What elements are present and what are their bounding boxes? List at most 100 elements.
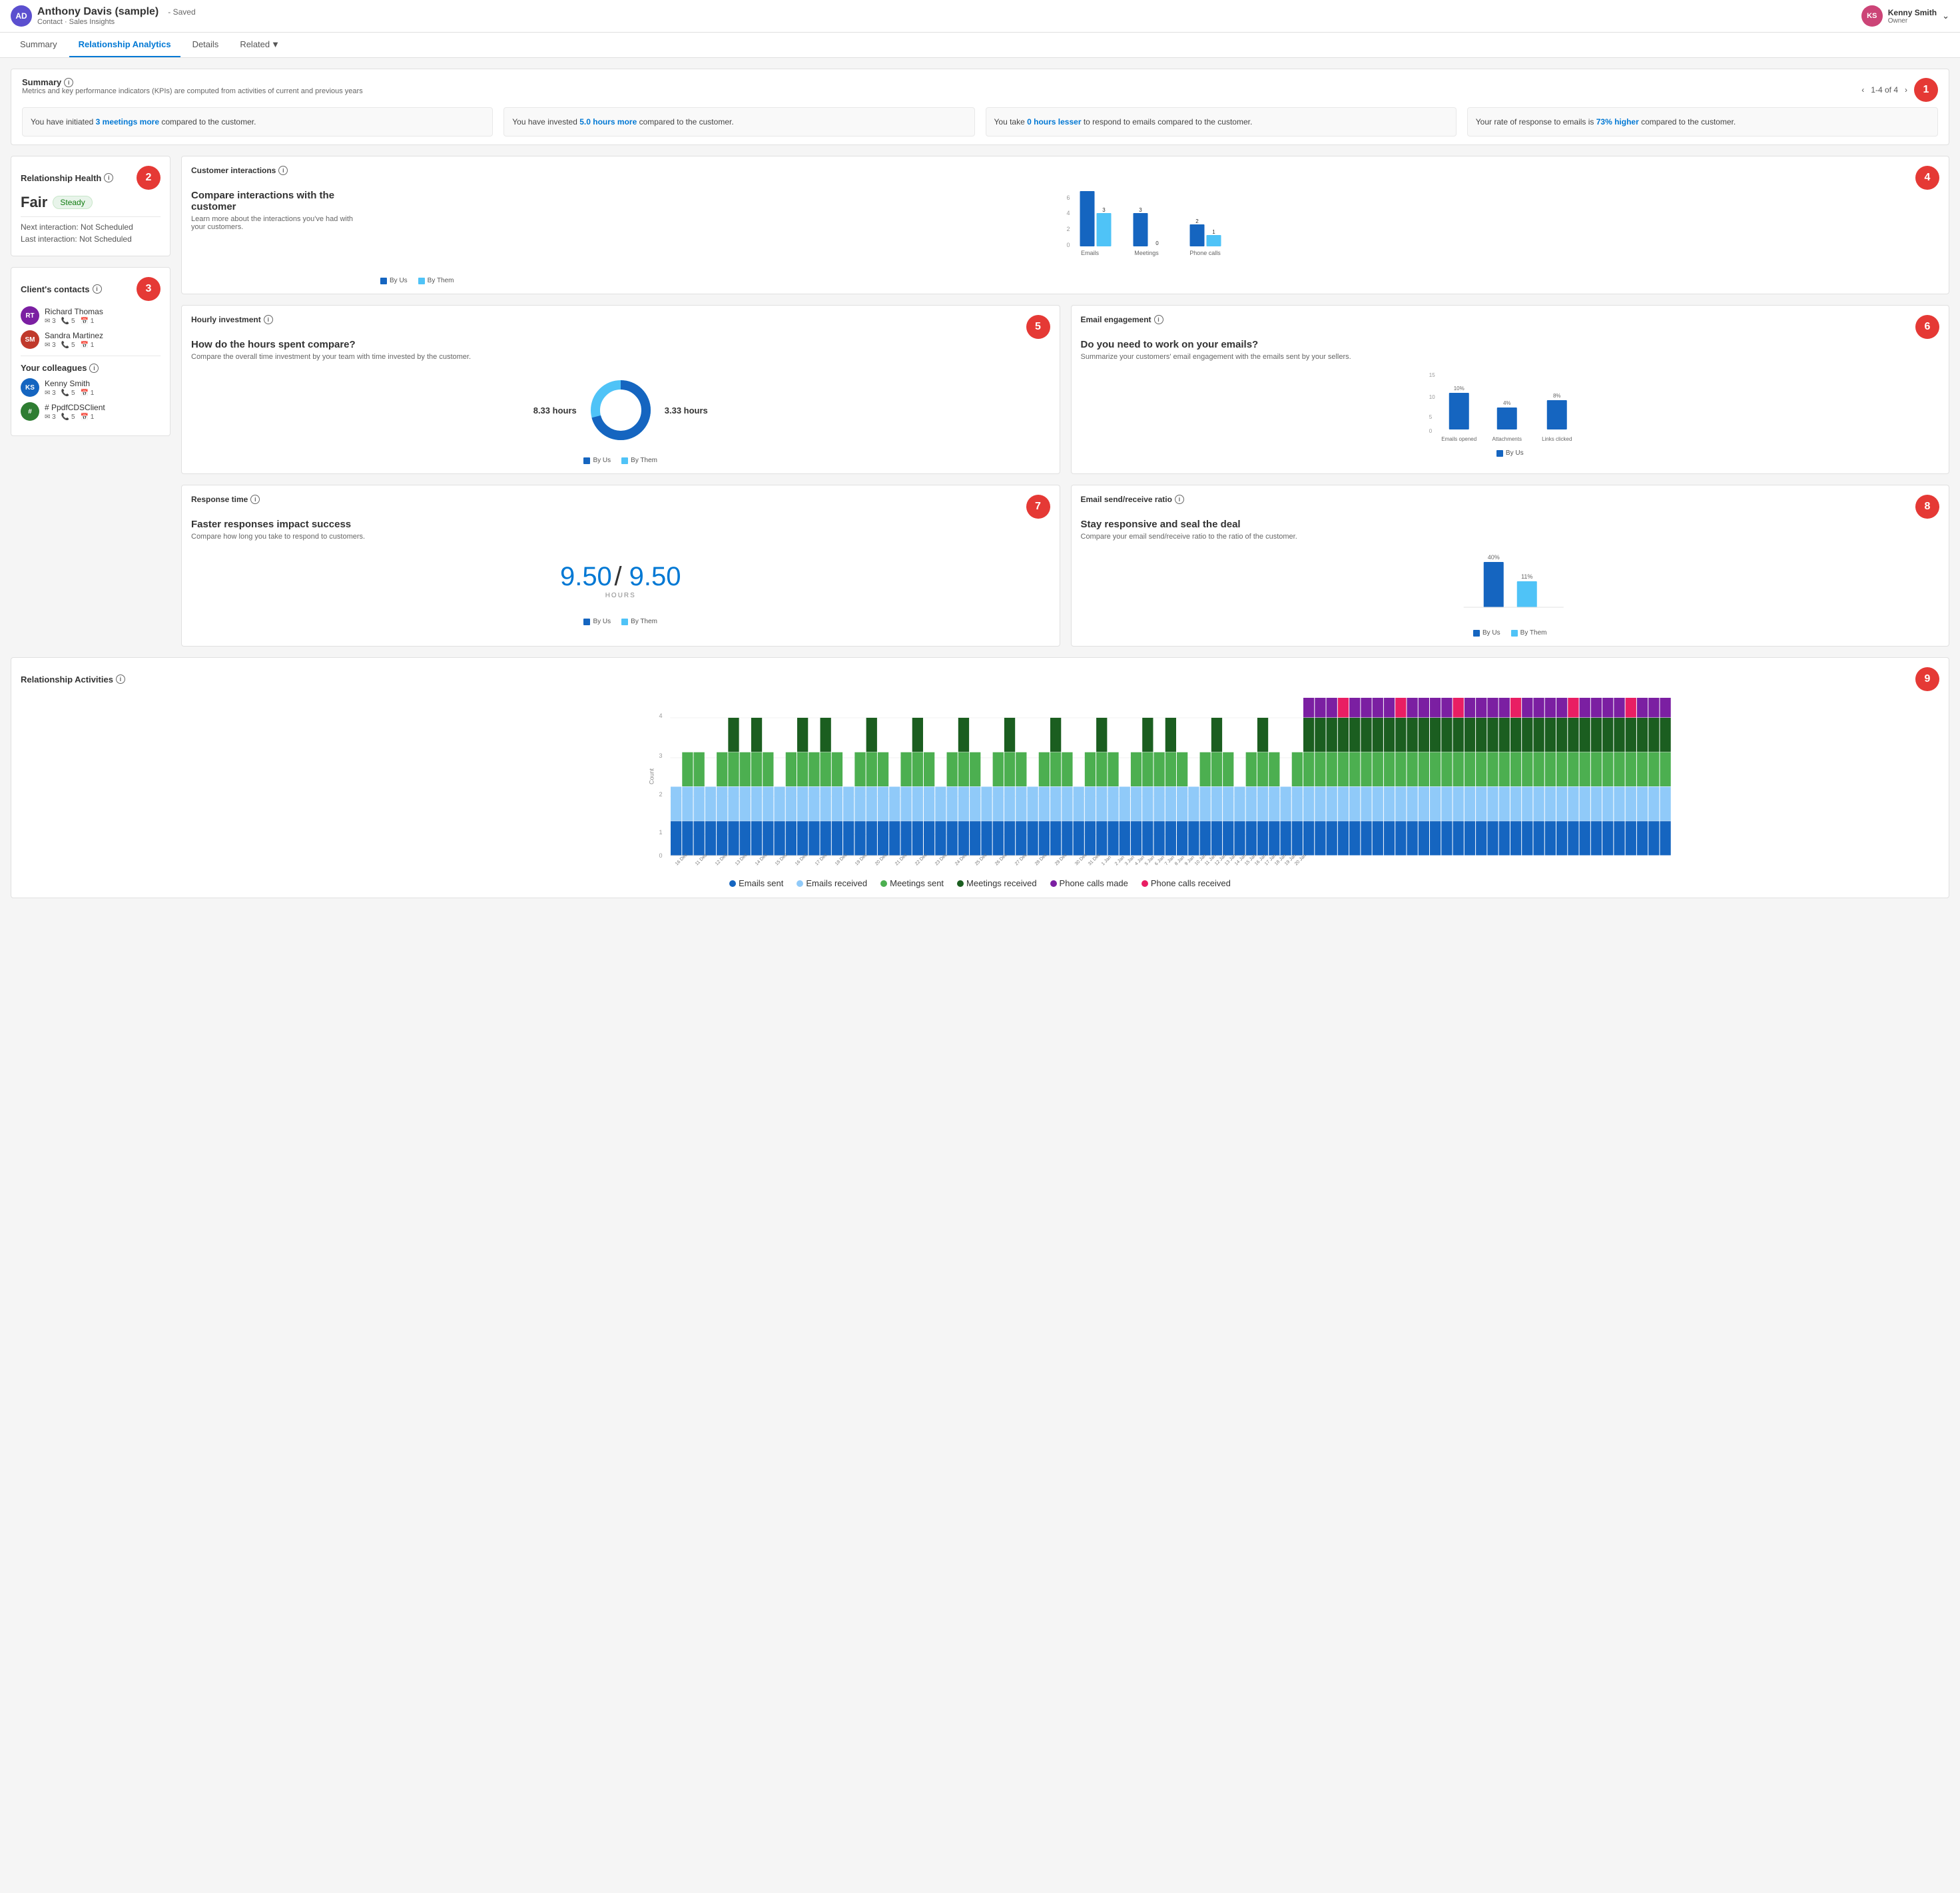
esr-info-icon[interactable]: i xyxy=(1175,495,1184,504)
health-info-icon[interactable]: i xyxy=(104,173,113,182)
next-arrow[interactable]: › xyxy=(1901,84,1911,96)
ci-main-title: Compare interactions with the customer xyxy=(191,190,364,212)
ee-info-icon[interactable]: i xyxy=(1154,315,1163,324)
client-contacts-panel: Client's contacts i 3 RT Richard Thomas … xyxy=(11,267,170,436)
ra-chart-area: 4 3 2 1 0 Count 16 Dec xyxy=(21,698,1939,873)
contact-ppdf: # # PpdfCDSClient ✉ 3📞 5📅 1 xyxy=(21,402,161,421)
pagination-nav: ‹ 1-4 of 4 › 1 xyxy=(1857,78,1938,102)
hi-title: Hourly investment i xyxy=(191,315,273,324)
relationship-health-panel: Relationship Health i 2 Fair Steady Next… xyxy=(11,156,170,256)
svg-text:Emails opened: Emails opened xyxy=(1441,436,1476,442)
svg-text:4: 4 xyxy=(659,712,663,719)
client-contacts-info-icon[interactable]: i xyxy=(93,284,102,294)
summary-info-icon[interactable]: i xyxy=(64,78,73,87)
relationship-activities-section: Relationship Activities i 9 4 3 2 1 0 Co… xyxy=(11,657,1949,898)
rt-unit: HOURS xyxy=(191,592,1050,599)
bottom-charts-row: Response time i 7 Faster responses impac… xyxy=(181,485,1949,647)
breadcrumb: Contact · Sales Insights xyxy=(37,18,196,26)
summary-card-0: You have initiated 3 meetings more compa… xyxy=(22,107,493,136)
ci-subtitle: Learn more about the interactions you've… xyxy=(191,215,364,231)
svg-text:Links clicked: Links clicked xyxy=(1542,436,1572,442)
esr-title: Email send/receive ratio i xyxy=(1081,495,1184,504)
tab-summary[interactable]: Summary xyxy=(11,33,67,57)
svg-text:8%: 8% xyxy=(1552,393,1560,399)
ci-info-icon[interactable]: i xyxy=(278,166,288,175)
contact-sm-name: Sandra Martinez xyxy=(45,331,103,340)
contact-ks-name: Kenny Smith xyxy=(45,379,94,388)
svg-text:8 Jan: 8 Jan xyxy=(1174,855,1185,866)
pagination-text: 1-4 of 4 xyxy=(1871,85,1898,95)
svg-text:10%: 10% xyxy=(1453,386,1464,392)
step-1: 1 xyxy=(1914,78,1938,102)
contact-name: Anthony Davis (sample) xyxy=(37,6,159,18)
summary-cards: You have initiated 3 meetings more compa… xyxy=(22,107,1938,136)
contact-rt-name: Richard Thomas xyxy=(45,307,103,316)
summary-subtitle: Metrics and key performance indicators (… xyxy=(22,87,363,95)
summary-card-1: You have invested 5.0 hours more compare… xyxy=(503,107,974,136)
hi-main-title: How do the hours spent compare? xyxy=(191,339,1050,350)
saved-badge: - Saved xyxy=(168,7,195,17)
chevron-down-icon[interactable]: ⌄ xyxy=(1942,11,1949,21)
hi-by-them-label: 3.33 hours xyxy=(665,406,708,415)
response-time-panel: Response time i 7 Faster responses impac… xyxy=(181,485,1060,647)
contact-rt: RT Richard Thomas ✉ 3📞 5📅 1 xyxy=(21,306,161,325)
esr-main-title: Stay responsive and seal the deal xyxy=(1081,519,1940,530)
svg-text:40%: 40% xyxy=(1487,554,1499,561)
contact-ppdf-avatar: # xyxy=(21,402,39,421)
tab-details[interactable]: Details xyxy=(183,33,228,57)
contact-avatar: AD xyxy=(11,5,32,27)
svg-text:1: 1 xyxy=(1212,229,1215,235)
ci-title: Customer interactions i xyxy=(191,166,288,175)
rt-main-title: Faster responses impact success xyxy=(191,519,1050,530)
hi-by-us-label: 8.33 hours xyxy=(533,406,577,415)
contact-rt-avatar: RT xyxy=(21,306,39,325)
summary-title: Summary i xyxy=(22,77,363,87)
contact-sm-avatar: SM xyxy=(21,330,39,349)
ee-legend: By Us xyxy=(1081,449,1940,457)
summary-card-2: You take 0 hours lesser to respond to em… xyxy=(986,107,1457,136)
svg-text:2: 2 xyxy=(1195,218,1199,224)
related-dropdown-icon: ▼ xyxy=(271,39,280,49)
ra-info-icon[interactable]: i xyxy=(116,675,125,684)
right-panel: Customer interactions i 4 Compare intera… xyxy=(181,156,1949,647)
ra-title: Relationship Activities i xyxy=(21,675,125,684)
step-3: 3 xyxy=(137,277,161,301)
mid-charts-row: Hourly investment i 5 How do the hours s… xyxy=(181,305,1949,474)
ee-main-title: Do you need to work on your emails? xyxy=(1081,339,1940,350)
user-name: Kenny Smith xyxy=(1888,8,1937,17)
ee-chart: 15 10 5 0 10% Emails opened 4% Attachmen… xyxy=(1081,369,1940,442)
prev-arrow[interactable]: ‹ xyxy=(1857,84,1868,96)
svg-text:1 Jan: 1 Jan xyxy=(1101,855,1112,866)
tab-relationship-analytics[interactable]: Relationship Analytics xyxy=(69,33,180,57)
contact-ppdf-name: # PpdfCDSClient xyxy=(45,403,105,412)
client-contacts-title: Client's contacts i xyxy=(21,284,102,294)
tab-nav: Summary Relationship Analytics Details R… xyxy=(0,33,1960,58)
step-8: 8 xyxy=(1915,495,1939,519)
rt-by-us-value: 9.50 xyxy=(560,562,612,591)
svg-text:4%: 4% xyxy=(1502,400,1510,406)
health-title: Relationship Health i xyxy=(21,173,113,183)
svg-text:5 Jan: 5 Jan xyxy=(1144,855,1155,866)
ra-legend: Emails sent Emails received Meetings sen… xyxy=(21,878,1939,888)
customer-interactions-panel: Customer interactions i 4 Compare intera… xyxy=(181,156,1949,294)
tab-related[interactable]: Related ▼ xyxy=(230,33,289,57)
step-7: 7 xyxy=(1026,495,1050,519)
next-interaction: Next interaction: Not Scheduled xyxy=(21,222,161,232)
step-9: 9 xyxy=(1915,667,1939,691)
svg-text:5: 5 xyxy=(1086,190,1089,191)
summary-section: Summary i Metrics and key performance in… xyxy=(11,69,1949,145)
svg-text:2 Jan: 2 Jan xyxy=(1114,855,1126,866)
svg-text:7 Jan: 7 Jan xyxy=(1164,855,1175,866)
contact-ks: KS Kenny Smith ✉ 3📞 5📅 1 xyxy=(21,378,161,397)
rt-info-icon[interactable]: i xyxy=(250,495,260,504)
rt-title: Response time i xyxy=(191,495,260,504)
svg-text:0: 0 xyxy=(1067,242,1070,248)
hi-info-icon[interactable]: i xyxy=(264,315,273,324)
svg-text:4 Jan: 4 Jan xyxy=(1134,855,1145,866)
summary-card-3: Your rate of response to emails is 73% h… xyxy=(1467,107,1938,136)
svg-text:Meetings: Meetings xyxy=(1134,250,1159,256)
colleagues-info-icon[interactable]: i xyxy=(89,364,99,373)
svg-text:Phone calls: Phone calls xyxy=(1189,250,1221,256)
hi-subtitle: Compare the overall time investment by y… xyxy=(191,353,1050,361)
summary-header: Summary i Metrics and key performance in… xyxy=(22,77,1938,102)
